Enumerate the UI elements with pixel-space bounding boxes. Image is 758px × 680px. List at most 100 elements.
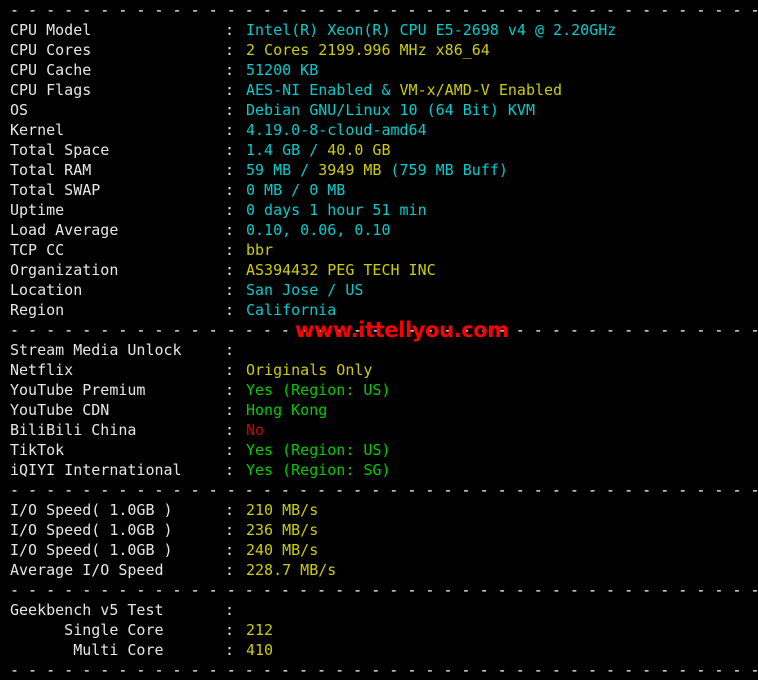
info-row-label: Multi Core (10, 641, 164, 659)
info-row-colon: : (225, 541, 235, 559)
value-segment: VM-x/AMD-V Enabled (399, 81, 563, 99)
info-row: I/O Speed( 1.0GB ):210 MB/s (0, 500, 758, 520)
info-row-label: I/O Speed( 1.0GB ) (10, 501, 173, 519)
info-row-value: Debian GNU/Linux 10 (64 Bit) KVM (246, 101, 535, 119)
info-row-label: Total SWAP (10, 181, 101, 199)
info-row-value: 0 days 1 hour 51 min (246, 201, 427, 219)
info-row-label: Load Average (10, 221, 119, 239)
info-row: Total SWAP:0 MB / 0 MB (0, 180, 758, 200)
info-row-label: Kernel (10, 121, 65, 139)
info-row-value: 236 MB/s (246, 521, 318, 539)
value-segment: AS394432 PEG TECH INC (246, 261, 436, 279)
info-row: Location: San Jose / US (0, 280, 758, 300)
value-segment: 0 days 1 hour 51 min (246, 201, 427, 219)
value-segment: Intel(R) Xeon(R) CPU E5-2698 v4 @ 2.20GH… (246, 21, 617, 39)
info-row-value: San Jose / US (246, 281, 363, 299)
info-row-colon: : (225, 161, 235, 179)
info-row: iQIYI International: Yes (Region: SG) (0, 460, 758, 480)
info-row-colon: : (225, 361, 235, 379)
value-segment: 2 Cores 2199.996 MHz x86_64 (246, 41, 490, 59)
info-row: CPU Cache:51200 KB (0, 60, 758, 80)
info-row: Region: California (0, 300, 758, 320)
info-row-value: AES-NI Enabled & VM-x/AMD-V Enabled (246, 81, 562, 99)
info-row: Total Space:1.4 GB / 40.0 GB (0, 140, 758, 160)
value-segment: AES-NI Enabled & (246, 81, 400, 99)
info-row-label: Geekbench v5 Test (10, 601, 164, 619)
info-row: Kernel:4.19.0-8-cloud-amd64 (0, 120, 758, 140)
info-row-value: 0 MB / 0 MB (246, 181, 345, 199)
info-row-colon: : (225, 221, 235, 239)
info-row: Average I/O Speed:228.7 MB/s (0, 560, 758, 580)
info-row-label: TCP CC (10, 241, 65, 259)
value-segment: 1.4 GB / (246, 141, 328, 159)
value-segment: Yes (Region: US) (246, 441, 391, 459)
section-separator: - - - - - - - - - - - - - - - - - - - - … (10, 321, 758, 339)
value-segment: No (246, 421, 265, 439)
section-system-info: CPU Model: Intel(R) Xeon(R) CPU E5-2698 v… (0, 20, 758, 320)
value-segment: 59 MB / (246, 161, 319, 179)
info-row: Multi Core:410 (0, 640, 758, 660)
info-row: YouTube Premium: Yes (Region: US) (0, 380, 758, 400)
info-row-value: Yes (Region: SG) (246, 461, 391, 479)
info-row-label: CPU Flags (10, 81, 92, 99)
info-row: Single Core:212 (0, 620, 758, 640)
info-row-value: 210 MB/s (246, 501, 318, 519)
info-row-value: Intel(R) Xeon(R) CPU E5-2698 v4 @ 2.20GH… (246, 21, 616, 39)
info-row-label: Stream Media Unlock (10, 341, 182, 359)
info-row-colon: : (225, 261, 235, 279)
section-io-speed: I/O Speed( 1.0GB ):210 MB/s I/O Speed( 1.… (0, 500, 758, 580)
info-row-value: 0.10, 0.06, 0.10 (246, 221, 391, 239)
info-row-label: BiliBili China (10, 421, 137, 439)
info-row: YouTube CDN: Hong Kong (0, 400, 758, 420)
info-row-colon: : (225, 201, 235, 219)
info-row-colon: : (225, 621, 235, 639)
info-row-colon: : (225, 341, 235, 359)
info-row-label: YouTube CDN (10, 401, 110, 419)
info-row-label: OS (10, 101, 29, 119)
value-segment: Debian GNU/Linux 10 (64 Bit) KVM (246, 101, 535, 119)
info-row-label: I/O Speed( 1.0GB ) (10, 541, 173, 559)
info-row-colon: : (225, 421, 235, 439)
info-row-colon: : (225, 521, 235, 539)
info-row: Total RAM:59 MB / 3949 MB (759 MB Buff) (0, 160, 758, 180)
info-row: CPU Model: Intel(R) Xeon(R) CPU E5-2698 v… (0, 20, 758, 40)
value-segment: 210 MB/s (246, 501, 319, 519)
info-row-value: 240 MB/s (246, 541, 318, 559)
info-row-colon: : (225, 121, 235, 139)
info-row-label: Location (10, 281, 83, 299)
info-row-colon: : (225, 461, 235, 479)
value-segment: Yes (Region: US) (246, 381, 391, 399)
info-row-label: Average I/O Speed (10, 561, 164, 579)
value-segment: 40.0 GB (327, 141, 391, 159)
info-row-colon: : (225, 301, 235, 319)
section-separator: - - - - - - - - - - - - - - - - - - - - … (10, 661, 758, 679)
terminal-output: - - - - - - - - - - - - - - - - - - - - … (0, 0, 758, 679)
info-row-value: California (246, 301, 336, 319)
section-stream-media-unlock: Stream Media Unlock: Netflix: Originals On… (0, 340, 758, 480)
info-row-colon: : (225, 381, 235, 399)
info-row-colon: : (225, 61, 235, 79)
info-row: Netflix: Originals Only (0, 360, 758, 380)
info-row: I/O Speed( 1.0GB ):240 MB/s (0, 540, 758, 560)
info-row-value: Yes (Region: US) (246, 381, 391, 399)
value-segment: 410 (246, 641, 274, 659)
value-segment: San Jose / US (246, 281, 364, 299)
info-row: Load Average:0.10, 0.06, 0.10 (0, 220, 758, 240)
info-row-colon: : (225, 641, 235, 659)
info-row: TCP CC: bbr (0, 240, 758, 260)
info-row-value: 228.7 MB/s (246, 561, 336, 579)
value-segment: 236 MB/s (246, 521, 319, 539)
section-geekbench-v5-test: Geekbench v5 Test: Single Core:212 Multi… (0, 600, 758, 660)
value-segment: 3949 MB (318, 161, 382, 179)
info-row-value: 4.19.0-8-cloud-amd64 (246, 121, 427, 139)
info-row-value: 2 Cores 2199.996 MHz x86_64 (246, 41, 490, 59)
section-separator: - - - - - - - - - - - - - - - - - - - - … (10, 1, 758, 19)
value-segment: 240 MB/s (246, 541, 319, 559)
info-row-colon: : (225, 81, 235, 99)
info-row: TikTok: Yes (Region: US) (0, 440, 758, 460)
info-row-colon: : (225, 441, 235, 459)
value-segment: 0.10, 0.06, 0.10 (246, 221, 391, 239)
info-row: Geekbench v5 Test: (0, 600, 758, 620)
info-row-colon: : (225, 561, 235, 579)
info-row-label: Netflix (10, 361, 74, 379)
